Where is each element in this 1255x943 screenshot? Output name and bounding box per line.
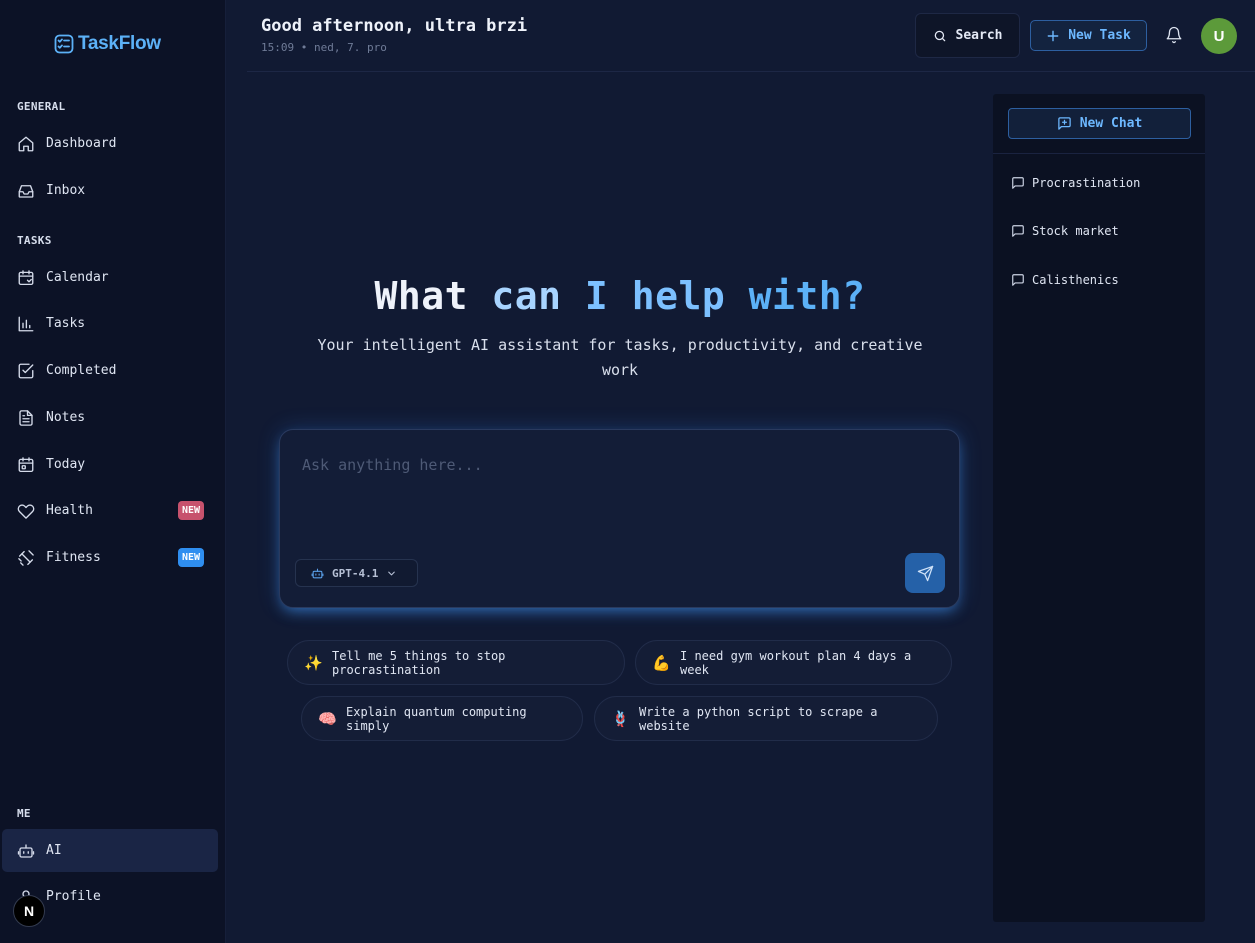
- new-badge: NEW: [177, 548, 204, 567]
- app-logo[interactable]: TaskFlow: [54, 31, 161, 57]
- sidebar-item-label: Inbox: [46, 183, 86, 198]
- chat-history-panel: New Chat Procrastination Stock market Ca…: [993, 94, 1205, 922]
- app-name: TaskFlow: [78, 33, 161, 54]
- check-square-icon: [17, 362, 35, 380]
- new-task-button[interactable]: New Task: [1030, 20, 1147, 51]
- sidebar-item-label: Dashboard: [46, 136, 117, 151]
- sidebar-item-label: Calendar: [46, 270, 109, 285]
- dev-tools-badge[interactable]: N: [13, 895, 45, 927]
- section-label-general: GENERAL: [17, 100, 66, 113]
- sidebar-item-inbox[interactable]: Inbox: [2, 169, 218, 212]
- chat-title: Calisthenics: [1032, 273, 1119, 287]
- file-text-icon: [17, 409, 35, 427]
- model-selector[interactable]: GPT-4.1: [295, 559, 418, 587]
- suggestion-text: Explain quantum computing simply: [346, 704, 527, 733]
- flexed-biceps-icon: 💪: [652, 653, 671, 672]
- sidebar-item-fitness[interactable]: Fitness NEW: [2, 536, 218, 579]
- avatar[interactable]: U: [1201, 18, 1237, 54]
- divider: [993, 153, 1205, 154]
- hero-subtitle: Your intelligent AI assistant for tasks,…: [317, 336, 923, 379]
- model-name: GPT-4.1: [332, 566, 379, 580]
- sidebar-item-ai[interactable]: AI: [2, 829, 218, 872]
- search-button[interactable]: Search: [915, 13, 1020, 58]
- bot-icon: [17, 842, 35, 860]
- sparkles-icon: ✨: [304, 653, 323, 672]
- suggestion-chip[interactable]: ✨ Tell me 5 things to stop procrastinati…: [287, 640, 625, 685]
- sidebar-item-label: Health: [46, 503, 93, 518]
- chat-history-item[interactable]: Stock market: [1011, 224, 1119, 238]
- sidebar-item-dashboard[interactable]: Dashboard: [2, 122, 218, 165]
- chevron-down-icon: [386, 568, 397, 579]
- inbox-icon: [17, 182, 35, 200]
- bot-icon: [311, 567, 324, 580]
- search-icon: [933, 29, 947, 43]
- sidebar-item-today[interactable]: Today: [2, 443, 218, 486]
- message-plus-icon: [1057, 116, 1072, 131]
- greeting-text: Good afternoon, ultra brzi: [261, 16, 528, 36]
- calendar-day-icon: [17, 456, 35, 474]
- suggestion-text: Write a python script to scrape a websit…: [639, 704, 878, 733]
- prompt-input[interactable]: Ask anything here...: [302, 456, 483, 474]
- chat-title: Procrastination: [1032, 176, 1141, 190]
- bell-icon[interactable]: [1165, 26, 1183, 44]
- section-label-me: ME: [17, 807, 31, 820]
- suggestion-chip[interactable]: 🧠 Explain quantum computing simply: [301, 696, 583, 741]
- hero-word: help: [631, 274, 726, 318]
- sidebar-item-label: Notes: [46, 410, 86, 425]
- home-icon: [17, 135, 35, 153]
- prompt-box: Ask anything here... GPT-4.1: [279, 429, 960, 608]
- sidebar-item-label: Today: [46, 457, 86, 472]
- top-header: Good afternoon, ultra brzi 15:09 • ned, …: [247, 0, 1255, 72]
- sidebar-item-label: Fitness: [46, 550, 101, 565]
- datetime-text: 15:09 • ned, 7. pro: [261, 41, 387, 54]
- sidebar-item-tasks[interactable]: Tasks: [2, 302, 218, 345]
- sidebar-item-completed[interactable]: Completed: [2, 349, 218, 392]
- message-square-icon: [1011, 224, 1025, 238]
- hero-word: What: [374, 274, 468, 318]
- suggestion-chip[interactable]: 🪢 Write a python script to scrape a webs…: [594, 696, 938, 741]
- sidebar-item-label: Completed: [46, 363, 117, 378]
- heart-icon: [17, 502, 35, 520]
- new-badge: NEW: [177, 501, 204, 520]
- sidebar-item-label: AI: [46, 843, 62, 858]
- calendar-arrow-icon: [17, 269, 35, 287]
- suggestion-chip[interactable]: 💪 I need gym workout plan 4 days a week: [635, 640, 952, 685]
- suggestion-text: Tell me 5 things to stop procrastination: [332, 648, 506, 677]
- hero-title: What can I help with?: [280, 274, 960, 318]
- bar-chart-icon: [17, 315, 35, 333]
- send-icon: [917, 565, 934, 582]
- suggestion-text: I need gym workout plan 4 days a week: [680, 648, 912, 677]
- dumbbell-icon: [17, 549, 35, 567]
- brain-icon: 🧠: [318, 709, 337, 728]
- knot-icon: 🪢: [611, 709, 630, 728]
- hero-word: with?: [748, 274, 866, 318]
- hero-word: I: [584, 274, 609, 318]
- search-label: Search: [955, 28, 1003, 43]
- message-square-icon: [1011, 273, 1025, 287]
- sidebar-item-label: Tasks: [46, 316, 86, 331]
- send-button[interactable]: [905, 553, 945, 593]
- chat-title: Stock market: [1032, 224, 1119, 238]
- chat-history-item[interactable]: Procrastination: [1011, 176, 1140, 190]
- sidebar-item-label: Profile: [46, 889, 101, 904]
- sidebar-item-calendar[interactable]: Calendar: [2, 256, 218, 299]
- hero-word: can: [491, 274, 562, 318]
- sidebar-item-notes[interactable]: Notes: [2, 396, 218, 439]
- section-label-tasks: TASKS: [17, 234, 52, 247]
- plus-icon: [1046, 29, 1060, 43]
- sidebar: TaskFlow GENERAL Dashboard Inbox TASKS C…: [0, 0, 226, 943]
- chat-history-item[interactable]: Calisthenics: [1011, 273, 1119, 287]
- new-chat-label: New Chat: [1079, 116, 1143, 131]
- message-square-icon: [1011, 176, 1025, 190]
- new-task-label: New Task: [1068, 28, 1131, 43]
- new-chat-button[interactable]: New Chat: [1008, 108, 1191, 139]
- sidebar-item-health[interactable]: Health NEW: [2, 489, 218, 532]
- checklist-logo-icon: [54, 34, 74, 54]
